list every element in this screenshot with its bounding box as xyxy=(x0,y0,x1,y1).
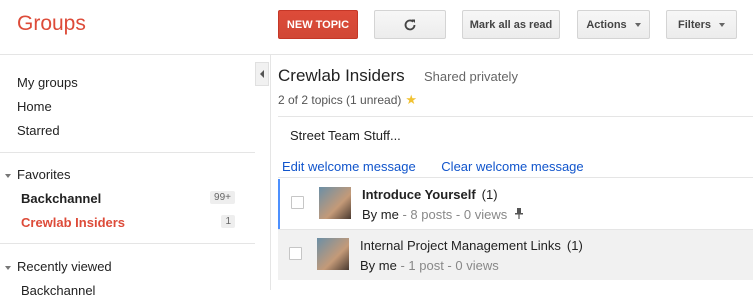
topic-meta: By me - 1 post - 0 views xyxy=(360,258,499,273)
expand-icon xyxy=(5,265,11,270)
author: By me xyxy=(360,258,397,273)
topic-count-badge: (1) xyxy=(566,238,583,253)
sidebar-item-my-groups[interactable]: My groups xyxy=(17,75,78,90)
topic-title[interactable]: Introduce Yourself (1) xyxy=(362,187,498,202)
filters-dropdown[interactable]: Filters xyxy=(666,10,737,39)
recently-viewed-title: Recently viewed xyxy=(17,259,112,274)
privacy-label: Shared privately xyxy=(424,69,518,84)
author: By me xyxy=(362,207,399,222)
unread-badge: 1 xyxy=(221,215,235,228)
avatar xyxy=(317,238,349,270)
topic-stats: - 1 post - 0 views xyxy=(396,258,499,273)
group-title: Crewlab Insiders xyxy=(278,66,405,85)
welcome-actions: Edit welcome message Clear welcome messa… xyxy=(282,159,584,174)
mark-all-read-button[interactable]: Mark all as read xyxy=(462,10,560,39)
edit-welcome-link[interactable]: Edit welcome message xyxy=(282,159,416,174)
topic-checkbox[interactable] xyxy=(291,196,304,209)
topic-row[interactable]: Internal Project Management Links (1) By … xyxy=(278,230,753,280)
new-topic-button[interactable]: NEW TOPIC xyxy=(278,10,358,39)
topic-meta: By me - 8 posts - 0 views xyxy=(362,207,524,222)
app-logo[interactable]: Groups xyxy=(17,12,86,36)
group-name: Backchannel xyxy=(21,191,102,206)
sidebar-item-backchannel[interactable]: Backchannel 99+ xyxy=(21,191,235,206)
favorites-title: Favorites xyxy=(17,167,71,182)
favorites-toggle[interactable]: Favorites xyxy=(5,167,70,182)
sidebar-item-recent[interactable]: Backchannel xyxy=(21,283,95,298)
star-icon[interactable]: ★ xyxy=(405,92,417,107)
topic-count-text: 2 of 2 topics (1 unread) xyxy=(278,93,402,107)
refresh-icon xyxy=(404,19,416,30)
pin-icon[interactable] xyxy=(515,208,524,222)
actions-label: Actions xyxy=(586,18,627,31)
avatar xyxy=(319,187,351,219)
chevron-down-icon xyxy=(719,22,725,27)
unread-badge: 99+ xyxy=(210,191,235,204)
topic-title-text: Introduce Yourself xyxy=(362,187,476,202)
chevron-left-icon xyxy=(260,70,264,78)
topic-stats: - 8 posts - 0 views xyxy=(398,207,508,222)
topic-checkbox[interactable] xyxy=(289,247,302,260)
chevron-down-icon xyxy=(634,22,641,27)
recently-viewed-toggle[interactable]: Recently viewed xyxy=(5,259,112,274)
welcome-message: Street Team Stuff... xyxy=(290,128,401,143)
filters-label: Filters xyxy=(677,18,711,31)
sidebar-divider xyxy=(0,243,255,244)
divider xyxy=(278,177,753,178)
expand-icon xyxy=(5,173,11,178)
group-name: Crewlab Insiders xyxy=(21,215,126,230)
sidebar-divider xyxy=(0,152,255,153)
topic-title-text: Internal Project Management Links xyxy=(360,238,561,253)
topic-title[interactable]: Internal Project Management Links (1) xyxy=(360,238,583,253)
clear-welcome-link[interactable]: Clear welcome message xyxy=(441,159,583,174)
top-bar: Groups NEW TOPIC Mark all as read Action… xyxy=(0,0,753,55)
topic-row[interactable]: Introduce Yourself (1) By me - 8 posts - … xyxy=(278,179,753,229)
divider xyxy=(278,116,753,117)
refresh-button[interactable] xyxy=(374,10,446,39)
actions-dropdown[interactable]: Actions xyxy=(577,10,650,39)
sidebar-item-starred[interactable]: Starred xyxy=(17,123,60,138)
sidebar: My groups Home Starred Favorites Backcha… xyxy=(0,55,271,298)
sidebar-item-crewlab-insiders[interactable]: Crewlab Insiders 1 xyxy=(21,215,235,230)
topic-count-badge: (1) xyxy=(481,187,498,202)
sidebar-item-home[interactable]: Home xyxy=(17,99,52,114)
main-content: Crewlab Insiders Shared privately 2 of 2… xyxy=(271,55,753,290)
collapse-sidebar-button[interactable] xyxy=(255,62,269,86)
topic-count: 2 of 2 topics (1 unread) ★ xyxy=(278,92,417,108)
